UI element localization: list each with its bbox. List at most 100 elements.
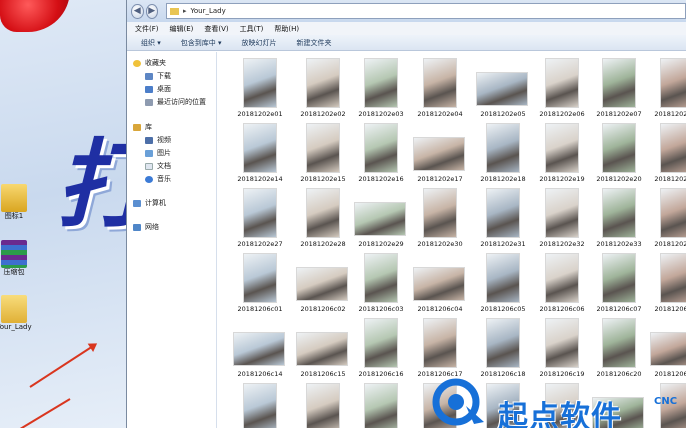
photo-image [306, 58, 340, 108]
nav-favorites[interactable]: 收藏夹 [133, 58, 166, 68]
file-thumbnail[interactable]: 20181206c03 [350, 251, 412, 316]
new-folder-button[interactable]: 新建文件夹 [297, 38, 332, 48]
address-bar[interactable]: ▸ Your_Lady [166, 3, 686, 19]
photo-image [233, 332, 285, 366]
photo-image [243, 383, 277, 428]
desktop-icon-your-lady[interactable]: Your_Lady [0, 295, 34, 347]
explorer-window: ◀ ▶ ▸ Your_Lady 文件(F) 编辑(E) 查看(V) 工具(T) … [126, 0, 686, 428]
photo-image [486, 253, 520, 303]
nav-music[interactable]: 音乐 [145, 174, 171, 184]
file-thumbnail[interactable]: 20181206c17 [409, 316, 471, 381]
file-thumbnail[interactable] [229, 381, 291, 428]
file-thumbnail[interactable]: 20181202e01 [229, 56, 291, 121]
menu-file[interactable]: 文件(F) [135, 24, 159, 34]
file-thumbnail[interactable]: 20181206c16 [350, 316, 412, 381]
file-thumbnail[interactable]: 20181206c18 [472, 316, 534, 381]
organize-button[interactable]: 组织 ▾ [141, 38, 161, 48]
file-thumbnail[interactable]: 20181202e15 [292, 121, 354, 186]
photo-image [545, 318, 579, 368]
file-thumbnail[interactable]: 20181206c05 [472, 251, 534, 316]
file-name: 20181206c04 [417, 305, 463, 313]
desktop-icon-label: Your_Lady [0, 323, 32, 331]
recent-places-icon [145, 98, 153, 106]
file-thumbnail[interactable]: 20181202e14 [229, 121, 291, 186]
file-thumbnail[interactable]: 20181202e03 [350, 56, 412, 121]
photo-image [243, 188, 277, 238]
file-thumbnail[interactable]: 20181202e07 [588, 56, 650, 121]
picture-icon [145, 149, 153, 157]
nav-computer[interactable]: 计算机 [133, 198, 166, 208]
chevron-right-icon: ▸ [183, 7, 187, 15]
photo-image [296, 332, 348, 366]
file-name: 20181202e17 [417, 175, 463, 183]
photo-image [413, 137, 465, 171]
file-thumbnail[interactable]: 20181206c01 [229, 251, 291, 316]
back-button[interactable]: ◀ [131, 3, 144, 19]
menu-tools[interactable]: 工具(T) [240, 24, 264, 34]
watermark-suffix: CNC [654, 396, 678, 407]
nav-network[interactable]: 网络 [133, 222, 159, 232]
photo-image [364, 383, 398, 428]
nav-downloads[interactable]: 下载 [145, 71, 171, 81]
desktop-icon-2[interactable]: 压缩包 [0, 240, 34, 292]
desktop-icon-1[interactable]: 图标1 [0, 184, 34, 236]
nav-documents[interactable]: 文档 [145, 161, 171, 171]
file-thumbnail[interactable]: 20181202e20 [588, 121, 650, 186]
file-name: 20181202e34 [654, 240, 686, 248]
file-grid: 20181202e01 20181202e02 20181202e03 2018120… [218, 52, 686, 428]
file-thumbnail[interactable]: 20181202e28 [292, 186, 354, 251]
photo-image [423, 318, 457, 368]
menu-view[interactable]: 查看(V) [204, 24, 228, 34]
file-thumbnail[interactable]: 20181202e17 [409, 121, 471, 186]
nav-desktop[interactable]: 桌面 [145, 84, 171, 94]
photo-image [413, 267, 465, 301]
file-thumbnail[interactable]: 20181202e02 [292, 56, 354, 121]
photo-image [486, 123, 520, 173]
file-thumbnail[interactable]: 20181202e21 [646, 121, 686, 186]
nav-libraries[interactable]: 库 [133, 122, 152, 132]
file-thumbnail[interactable]: 20181202e05 [472, 56, 534, 121]
nav-pictures[interactable]: 图片 [145, 148, 171, 158]
nav-videos[interactable]: 视频 [145, 135, 171, 145]
file-thumbnail[interactable]: 20181206c02 [292, 251, 354, 316]
nav-recent[interactable]: 最近访问的位置 [145, 97, 206, 107]
star-icon [133, 59, 141, 67]
network-icon [133, 223, 141, 231]
file-thumbnail[interactable]: 20181202e31 [472, 186, 534, 251]
file-name: 20181206c01 [237, 305, 283, 313]
file-thumbnail[interactable]: 20181206c07 [588, 251, 650, 316]
photo-image [306, 188, 340, 238]
file-thumbnail[interactable]: 20181202e29 [350, 186, 412, 251]
file-thumbnail[interactable]: 20181202e33 [588, 186, 650, 251]
file-thumbnail[interactable] [350, 381, 412, 428]
red-logo-shape [0, 0, 70, 32]
file-thumbnail[interactable]: 20181206c20 [588, 316, 650, 381]
forward-button[interactable]: ▶ [145, 3, 158, 19]
file-thumbnail[interactable] [292, 381, 354, 428]
menu-help[interactable]: 帮助(H) [274, 24, 299, 34]
file-thumbnail[interactable]: 20181202e34 [646, 186, 686, 251]
document-icon [145, 162, 153, 170]
include-in-library-button[interactable]: 包含到库中 ▾ [181, 38, 222, 48]
video-icon [145, 136, 153, 144]
slideshow-button[interactable]: 放映幻灯片 [242, 38, 277, 48]
file-thumbnail[interactable]: 20181202e27 [229, 186, 291, 251]
file-thumbnail[interactable]: 20181206c04 [409, 251, 471, 316]
file-name: 20181202e08 [654, 110, 686, 118]
photo-image [364, 253, 398, 303]
file-thumbnail[interactable]: 20181202e08 [646, 56, 686, 121]
photo-image [364, 123, 398, 173]
file-thumbnail[interactable]: 20181202e16 [350, 121, 412, 186]
file-thumbnail[interactable]: 20181206c08 [646, 251, 686, 316]
file-name: 20181206c08 [654, 305, 686, 313]
file-thumbnail[interactable]: 20181206c15 [292, 316, 354, 381]
file-thumbnail[interactable]: 20181202e18 [472, 121, 534, 186]
file-thumbnail[interactable]: 20181202e30 [409, 186, 471, 251]
file-thumbnail[interactable]: 20181206c21 [646, 316, 686, 381]
folder-icon [1, 295, 27, 323]
watermark-brand: 起点软件 [498, 400, 622, 428]
file-thumbnail[interactable]: 20181206c14 [229, 316, 291, 381]
menu-edit[interactable]: 编辑(E) [170, 24, 194, 34]
file-thumbnail[interactable]: 20181202e04 [409, 56, 471, 121]
desktop-icon [145, 85, 153, 93]
